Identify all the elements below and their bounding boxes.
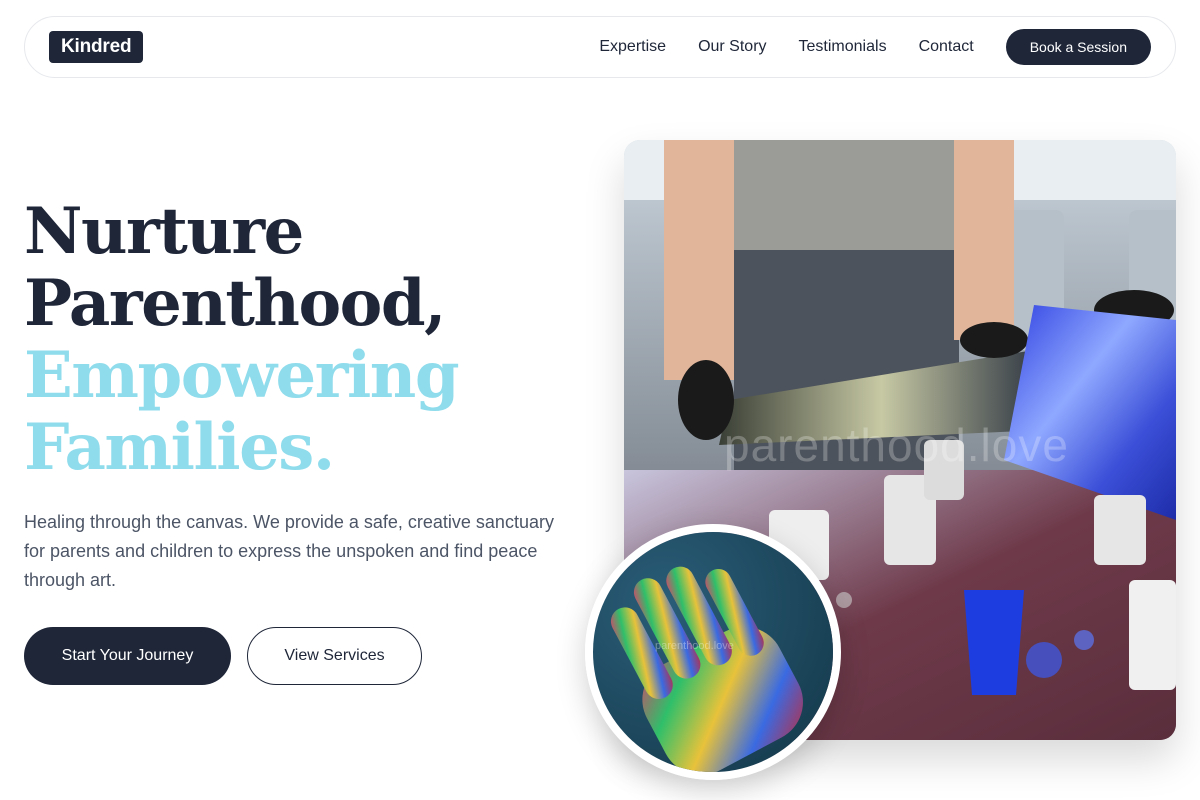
nav-link-contact[interactable]: Contact bbox=[919, 38, 974, 56]
logo[interactable]: Kindred bbox=[49, 31, 144, 63]
hero-title-line-1: Nurture bbox=[24, 194, 304, 269]
top-nav: Kindred Expertise Our Story Testimonials… bbox=[24, 16, 1176, 78]
hero-title-line-3: Empowering bbox=[24, 338, 460, 413]
painted-hand-illustration bbox=[593, 532, 833, 772]
nav-links: Expertise Our Story Testimonials Contact… bbox=[567, 29, 1151, 65]
start-journey-button[interactable]: Start Your Journey bbox=[24, 627, 231, 685]
hero-description: Healing through the canvas. We provide a… bbox=[24, 512, 554, 590]
hero-title-line-4: Families. bbox=[24, 410, 335, 485]
book-session-button[interactable]: Book a Session bbox=[1005, 29, 1151, 65]
nav-link-testimonials[interactable]: Testimonials bbox=[799, 38, 887, 56]
painted-hand-photo: parenthood.love bbox=[585, 524, 841, 780]
nav-link-expertise[interactable]: Expertise bbox=[599, 38, 666, 56]
hero-title-line-2: Parenthood, bbox=[24, 266, 446, 341]
circle-image-watermark: parenthood.love bbox=[655, 640, 734, 652]
page: Kindred Expertise Our Story Testimonials… bbox=[0, 0, 1200, 800]
view-services-button[interactable]: View Services bbox=[247, 627, 422, 685]
nav-link-our-story[interactable]: Our Story bbox=[698, 38, 766, 56]
hero-title: Nurture Parenthood, Empowering Families. bbox=[24, 194, 460, 485]
main-image-watermark: parenthood.love bbox=[724, 419, 1069, 471]
